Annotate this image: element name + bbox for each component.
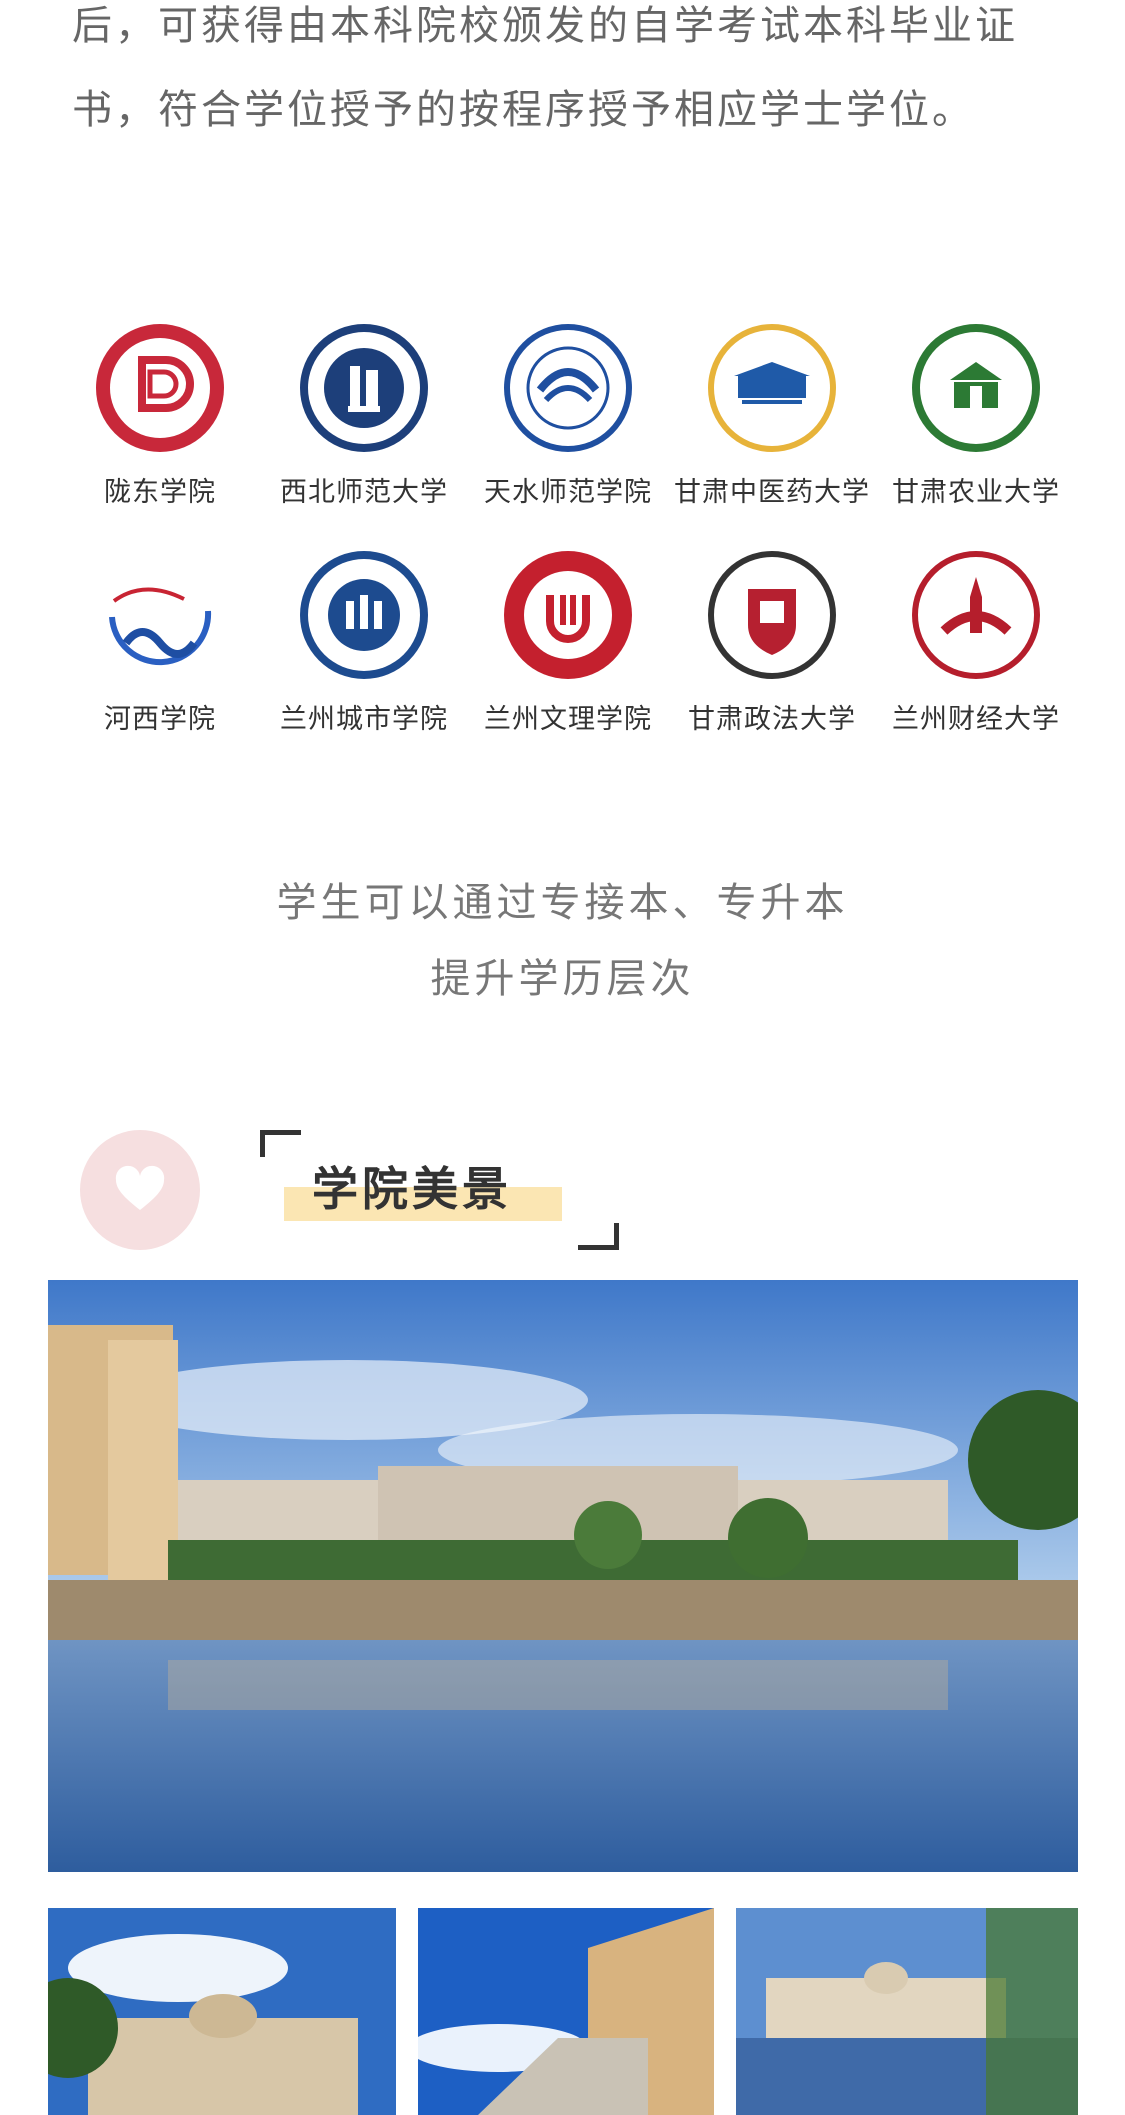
gansu-agricultural-logo (908, 320, 1044, 456)
university-logo-grid: 陇东学院 西北师范大学 天水师范学院 甘肃中医药大学 甘肃农业大学 河西学院 兰… (58, 320, 1078, 736)
school-hexi: 河西学院 (58, 547, 262, 736)
school-name: 西北师范大学 (280, 477, 448, 508)
school-name: 甘肃中医药大学 (674, 477, 870, 508)
gansu-political-law-logo (704, 547, 840, 683)
school-longdong: 陇东学院 (58, 320, 262, 509)
school-name: 兰州财经大学 (892, 704, 1060, 735)
lanzhou-arts-science-logo (500, 547, 636, 683)
school-name: 天水师范学院 (484, 477, 652, 508)
school-tianshui-normal: 天水师范学院 (466, 320, 670, 509)
upgrade-line-1: 学生可以通过专接本、专升本 (276, 880, 849, 926)
school-name: 河西学院 (104, 704, 216, 735)
school-northwest-normal: 西北师范大学 (262, 320, 466, 509)
intro-line-2: 书，符合学位授予的按程序授予相应学士学位。 (72, 87, 975, 133)
hexi-logo (92, 547, 228, 683)
upgrade-note: 学生可以通过专接本、专升本 提升学历层次 (0, 865, 1125, 1017)
campus-photo-main (48, 1280, 1078, 1872)
lanzhou-city-logo (296, 547, 432, 683)
section-header: 学院美景 (80, 1125, 680, 1265)
longdong-logo (92, 320, 228, 456)
school-name: 兰州文理学院 (484, 704, 652, 735)
school-lanzhou-arts-science: 兰州文理学院 (466, 547, 670, 736)
upgrade-line-2: 提升学历层次 (430, 956, 695, 1002)
gansu-tcm-logo (704, 320, 840, 456)
bracket-top-left (260, 1130, 301, 1157)
school-lanzhou-finance: 兰州财经大学 (874, 547, 1078, 736)
school-name: 兰州城市学院 (280, 704, 448, 735)
tianshui-normal-logo (500, 320, 636, 456)
northwest-normal-logo (296, 320, 432, 456)
campus-photo-3 (736, 1908, 1078, 2115)
school-lanzhou-city: 兰州城市学院 (262, 547, 466, 736)
school-name: 甘肃政法大学 (688, 704, 856, 735)
school-name: 陇东学院 (104, 477, 216, 508)
school-gansu-agricultural: 甘肃农业大学 (874, 320, 1078, 509)
campus-photo-2 (418, 1908, 714, 2115)
campus-photo-1 (48, 1908, 396, 2115)
school-gansu-tcm: 甘肃中医药大学 (670, 320, 874, 509)
heart-badge (80, 1130, 200, 1250)
school-name: 甘肃农业大学 (892, 477, 1060, 508)
section-title: 学院美景 (312, 1162, 512, 1216)
bracket-bottom-right (578, 1223, 619, 1250)
school-gansu-political-law: 甘肃政法大学 (670, 547, 874, 736)
intro-line-1: 后，可获得由本科院校颁发的自学考试本科毕业证 (72, 3, 1018, 49)
heart-icon (115, 1165, 165, 1210)
lanzhou-finance-logo (908, 547, 1044, 683)
